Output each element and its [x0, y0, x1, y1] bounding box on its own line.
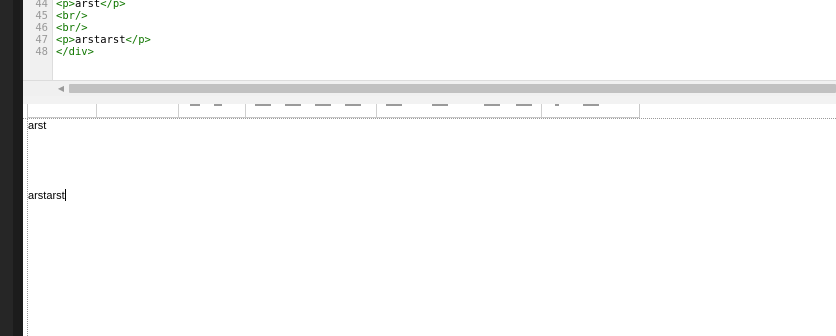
code-line[interactable]: <p>arstarst</p> [56, 34, 151, 46]
toolbar-group[interactable] [96, 104, 179, 117]
line-number: 47 [35, 34, 48, 46]
code-tag: <br/> [56, 10, 88, 22]
paragraph-text: arstarst [28, 190, 65, 202]
text-caret [64, 189, 66, 201]
line-number: 44 [35, 0, 48, 10]
toolbar-button[interactable] [555, 104, 559, 106]
code-line[interactable]: </div> [56, 46, 94, 58]
toolbar-button[interactable] [583, 104, 599, 106]
toolbar-group[interactable] [376, 104, 542, 117]
toolbar-button[interactable] [345, 104, 361, 106]
toolbar-button[interactable] [214, 104, 222, 106]
toolbar-group[interactable] [245, 104, 377, 117]
code-tag: <br/> [56, 22, 88, 34]
paragraph[interactable]: arst [28, 120, 46, 133]
code-line[interactable]: <p>arst</p> [56, 0, 126, 10]
line-number-gutter: 44 45 46 47 48 [23, 0, 53, 80]
scrollbar-thumb[interactable] [69, 84, 836, 93]
line-number: 46 [35, 22, 48, 34]
horizontal-scrollbar[interactable]: ◀ [23, 80, 836, 97]
code-text: arst [74, 0, 101, 10]
toolbar-group[interactable] [178, 104, 246, 117]
toolbar-button[interactable] [516, 104, 532, 106]
window-frame-left [0, 0, 13, 336]
content-boundary [27, 118, 28, 336]
scroll-left-icon[interactable]: ◀ [56, 84, 66, 94]
toolbar-button[interactable] [315, 104, 331, 106]
toolbar-button[interactable] [386, 104, 402, 106]
paragraph[interactable]: arstarst [28, 189, 66, 203]
pane-divider[interactable] [23, 96, 836, 104]
code-line[interactable]: <br/> [56, 22, 88, 34]
code-tag: </div> [56, 46, 94, 58]
toolbar-button[interactable] [484, 104, 500, 106]
toolbar-button[interactable] [255, 104, 271, 106]
code-tag: <p> [56, 34, 75, 46]
line-number: 45 [35, 10, 48, 22]
line-number: 48 [35, 46, 48, 58]
content-boundary [23, 118, 836, 119]
toolbar-button[interactable] [432, 104, 448, 106]
toolbar-group[interactable] [541, 104, 640, 117]
window-frame-inner [13, 0, 23, 336]
code-tag: </p> [100, 0, 126, 10]
wysiwyg-editor[interactable]: arst arstarst [23, 104, 836, 336]
code-tag: </p> [125, 34, 151, 46]
toolbar-button[interactable] [285, 104, 301, 106]
code-tag: <p> [56, 0, 75, 10]
code-line[interactable]: <br/> [56, 10, 88, 22]
formatting-toolbar [27, 104, 640, 118]
code-text: arstarst [74, 34, 126, 46]
toolbar-button[interactable] [190, 104, 200, 106]
toolbar-group[interactable] [28, 104, 97, 117]
